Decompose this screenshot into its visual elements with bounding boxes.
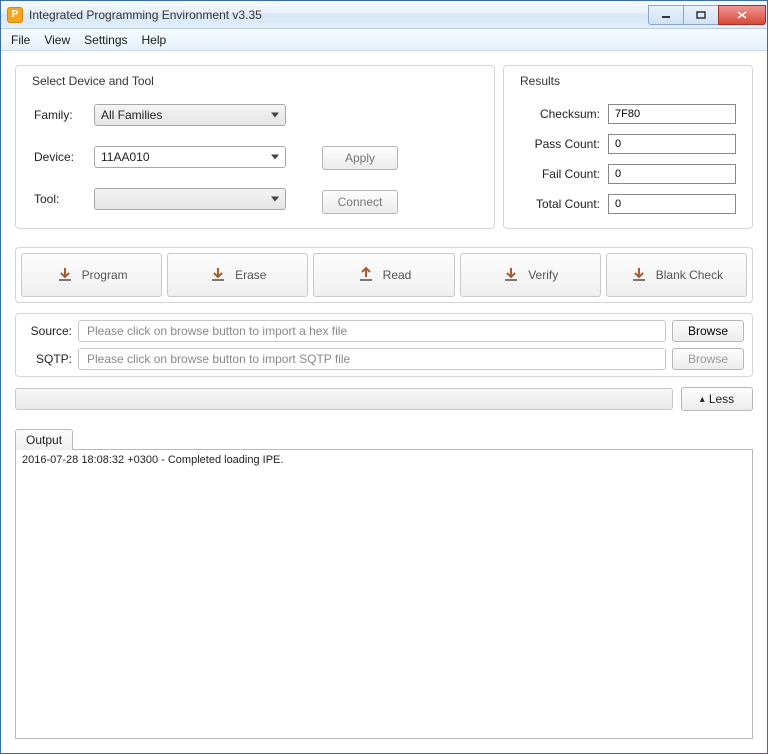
window-title: Integrated Programming Environment v3.35 <box>29 8 649 22</box>
erase-button[interactable]: Erase <box>167 253 308 297</box>
erase-icon <box>209 266 227 284</box>
program-button[interactable]: Program <box>21 253 162 297</box>
menu-help[interactable]: Help <box>136 31 173 49</box>
menu-settings[interactable]: Settings <box>78 31 133 49</box>
menu-file[interactable]: File <box>5 31 36 49</box>
top-row: Select Device and Tool Family: All Famil… <box>15 65 753 229</box>
read-label: Read <box>383 268 412 282</box>
device-label: Device: <box>28 150 94 164</box>
titlebar: P Integrated Programming Environment v3.… <box>1 1 767 29</box>
tool-select[interactable] <box>94 188 286 210</box>
family-row: Family: All Families <box>28 104 286 126</box>
device-row: Device: 11AA010 <box>28 146 286 168</box>
program-icon <box>56 266 74 284</box>
blank-check-icon <box>630 266 648 284</box>
minimize-button[interactable] <box>648 5 684 25</box>
passcount-value: 0 <box>608 134 736 154</box>
family-value: All Families <box>101 108 162 122</box>
dropdown-arrow-icon <box>271 155 279 160</box>
app-icon: P <box>7 7 23 23</box>
source-label: Source: <box>24 324 72 338</box>
collapse-up-icon: ▴ <box>700 394 705 405</box>
output-tab[interactable]: Output <box>15 429 73 450</box>
menu-view[interactable]: View <box>38 31 76 49</box>
device-select[interactable]: 11AA010 <box>94 146 286 168</box>
verify-icon <box>502 266 520 284</box>
family-label: Family: <box>28 108 94 122</box>
action-buttons-row: Program Erase Read Verify Blank Check <box>15 247 753 303</box>
side-buttons: Apply Connect <box>322 104 398 214</box>
tool-label: Tool: <box>28 192 94 206</box>
results-title: Results <box>516 74 740 88</box>
less-label: Less <box>709 392 734 406</box>
output-area: Output 2016-07-28 18:08:32 +0300 - Compl… <box>15 429 753 739</box>
select-device-title: Select Device and Tool <box>28 74 482 88</box>
sqtp-row: SQTP: Please click on browse button to i… <box>24 348 744 370</box>
output-tabstrip: Output <box>15 429 753 450</box>
verify-button[interactable]: Verify <box>460 253 601 297</box>
file-rows-group: Source: Please click on browse button to… <box>15 313 753 377</box>
failcount-label: Fail Count: <box>520 167 600 181</box>
read-icon <box>357 266 375 284</box>
blank-check-label: Blank Check <box>656 268 723 282</box>
totalcount-label: Total Count: <box>520 197 600 211</box>
read-button[interactable]: Read <box>313 253 454 297</box>
passcount-label: Pass Count: <box>520 137 600 151</box>
sqtp-browse-button[interactable]: Browse <box>672 348 744 370</box>
sqtp-label: SQTP: <box>24 352 72 366</box>
apply-button[interactable]: Apply <box>322 146 398 170</box>
connect-button[interactable]: Connect <box>322 190 398 214</box>
dropdown-arrow-icon <box>271 197 279 202</box>
select-device-group: Select Device and Tool Family: All Famil… <box>15 65 495 229</box>
maximize-button[interactable] <box>683 5 719 25</box>
progress-row: ▴ Less <box>15 387 753 411</box>
progress-bar <box>15 388 673 410</box>
erase-label: Erase <box>235 268 266 282</box>
app-window: P Integrated Programming Environment v3.… <box>0 0 768 754</box>
tool-row: Tool: <box>28 188 286 210</box>
source-input[interactable]: Please click on browse button to import … <box>78 320 666 342</box>
blank-check-button[interactable]: Blank Check <box>606 253 747 297</box>
less-button[interactable]: ▴ Less <box>681 387 753 411</box>
device-value: 11AA010 <box>101 150 150 164</box>
output-textbox[interactable]: 2016-07-28 18:08:32 +0300 - Completed lo… <box>15 449 753 739</box>
source-browse-button[interactable]: Browse <box>672 320 744 342</box>
failcount-value: 0 <box>608 164 736 184</box>
source-placeholder: Please click on browse button to import … <box>87 324 347 338</box>
close-button[interactable] <box>718 5 766 25</box>
sqtp-placeholder: Please click on browse button to import … <box>87 352 350 366</box>
checksum-label: Checksum: <box>520 107 600 121</box>
content-area: Select Device and Tool Family: All Famil… <box>1 51 767 753</box>
window-buttons <box>649 5 766 25</box>
menubar: File View Settings Help <box>1 29 767 51</box>
dropdown-arrow-icon <box>271 113 279 118</box>
program-label: Program <box>82 268 128 282</box>
source-row: Source: Please click on browse button to… <box>24 320 744 342</box>
results-group: Results Checksum: 7F80 Pass Count: 0 Fai… <box>503 65 753 229</box>
family-select[interactable]: All Families <box>94 104 286 126</box>
checksum-value: 7F80 <box>608 104 736 124</box>
output-line: 2016-07-28 18:08:32 +0300 - Completed lo… <box>22 454 746 466</box>
sqtp-input[interactable]: Please click on browse button to import … <box>78 348 666 370</box>
totalcount-value: 0 <box>608 194 736 214</box>
verify-label: Verify <box>528 268 558 282</box>
